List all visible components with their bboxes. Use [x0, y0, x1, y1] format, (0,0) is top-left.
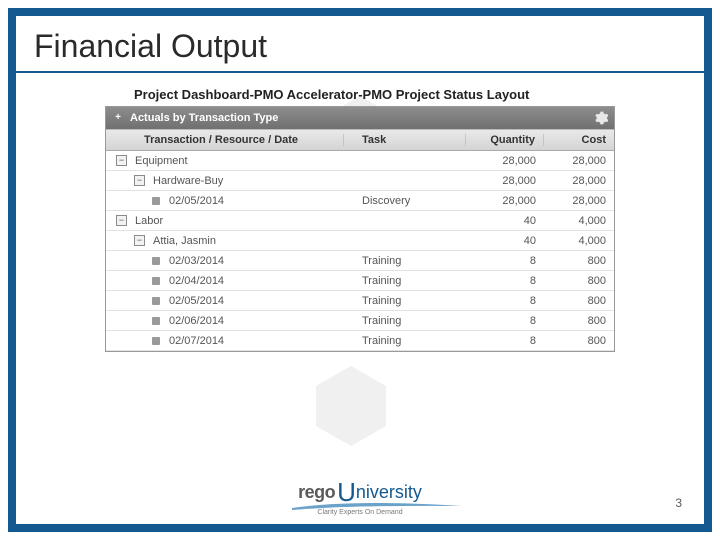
row-label: Equipment	[135, 155, 188, 167]
row-quantity: 8	[466, 255, 544, 267]
row-quantity: 28,000	[466, 155, 544, 167]
col-name[interactable]: Transaction / Resource / Date	[106, 134, 344, 146]
row-cost: 800	[544, 315, 614, 327]
row-label: 02/05/2014	[169, 195, 224, 207]
leaf-icon	[152, 337, 160, 345]
leaf-icon	[152, 297, 160, 305]
table-row[interactable]: 02/03/2014 Training8800	[106, 251, 614, 271]
row-label: Labor	[135, 215, 163, 227]
footer: rego University Clarity Experts On Deman…	[16, 474, 704, 516]
row-label: Attia, Jasmin	[153, 235, 216, 247]
table-row[interactable]: −Hardware-Buy 28,00028,000	[106, 171, 614, 191]
table-row[interactable]: −Attia, Jasmin 404,000	[106, 231, 614, 251]
title-underline	[16, 71, 704, 73]
column-header-row: Transaction / Resource / Date Task Quant…	[106, 129, 614, 151]
col-cost[interactable]: Cost	[544, 134, 614, 146]
row-cost: 28,000	[544, 175, 614, 187]
row-cost: 4,000	[544, 235, 614, 247]
col-task[interactable]: Task	[356, 134, 466, 146]
row-task: Training	[356, 295, 466, 307]
row-label: 02/07/2014	[169, 335, 224, 347]
logo-rego-text: rego	[298, 482, 335, 503]
table-row[interactable]: −Equipment 28,00028,000	[106, 151, 614, 171]
leaf-icon	[152, 197, 160, 205]
row-cost: 28,000	[544, 195, 614, 207]
table-row[interactable]: 02/05/2014Discovery28,00028,000	[106, 191, 614, 211]
col-quantity[interactable]: Quantity	[466, 134, 544, 146]
row-quantity: 8	[466, 335, 544, 347]
row-cost: 28,000	[544, 155, 614, 167]
row-quantity: 8	[466, 275, 544, 287]
widget-header: + Actuals by Transaction Type	[106, 107, 614, 129]
collapse-toggle-icon[interactable]: −	[134, 175, 145, 186]
actuals-widget: + Actuals by Transaction Type Transactio…	[105, 106, 615, 352]
widget-title: Actuals by Transaction Type	[130, 112, 278, 124]
gear-icon[interactable]	[594, 111, 608, 125]
row-quantity: 40	[466, 215, 544, 227]
row-label: Hardware-Buy	[153, 175, 223, 187]
table-row[interactable]: −Labor 404,000	[106, 211, 614, 231]
table-row[interactable]: 02/06/2014 Training8800	[106, 311, 614, 331]
row-quantity: 40	[466, 235, 544, 247]
widget-subtitle: Project Dashboard-PMO Accelerator-PMO Pr…	[134, 87, 686, 102]
expand-all-icon[interactable]: +	[112, 112, 124, 124]
leaf-icon	[152, 317, 160, 325]
row-cost: 800	[544, 295, 614, 307]
rego-university-logo: rego University	[298, 474, 422, 505]
row-task: Discovery	[356, 195, 466, 207]
table-row[interactable]: 02/07/2014 Training8800	[106, 331, 614, 351]
row-cost: 4,000	[544, 215, 614, 227]
row-quantity: 8	[466, 315, 544, 327]
leaf-icon	[152, 277, 160, 285]
row-cost: 800	[544, 335, 614, 347]
row-quantity: 8	[466, 295, 544, 307]
table-row[interactable]: 02/04/2014 Training8800	[106, 271, 614, 291]
collapse-toggle-icon[interactable]: −	[116, 215, 127, 226]
row-quantity: 28,000	[466, 195, 544, 207]
row-quantity: 28,000	[466, 175, 544, 187]
row-task: Training	[356, 255, 466, 267]
row-task: Training	[356, 315, 466, 327]
row-cost: 800	[544, 255, 614, 267]
row-cost: 800	[544, 275, 614, 287]
leaf-icon	[152, 257, 160, 265]
row-task: Training	[356, 335, 466, 347]
row-label: 02/06/2014	[169, 315, 224, 327]
row-label: 02/05/2014	[169, 295, 224, 307]
slide-title: Financial Output	[16, 16, 704, 71]
table-row[interactable]: 02/05/2014 Training8800	[106, 291, 614, 311]
row-task: Training	[356, 275, 466, 287]
row-label: 02/03/2014	[169, 255, 224, 267]
row-label: 02/04/2014	[169, 275, 224, 287]
logo-niversity: niversity	[356, 482, 422, 502]
collapse-toggle-icon[interactable]: −	[134, 235, 145, 246]
collapse-toggle-icon[interactable]: −	[116, 155, 127, 166]
rows-container: −Equipment28,00028,000−Hardware-Buy28,00…	[106, 151, 614, 351]
swoosh-icon	[292, 501, 462, 511]
